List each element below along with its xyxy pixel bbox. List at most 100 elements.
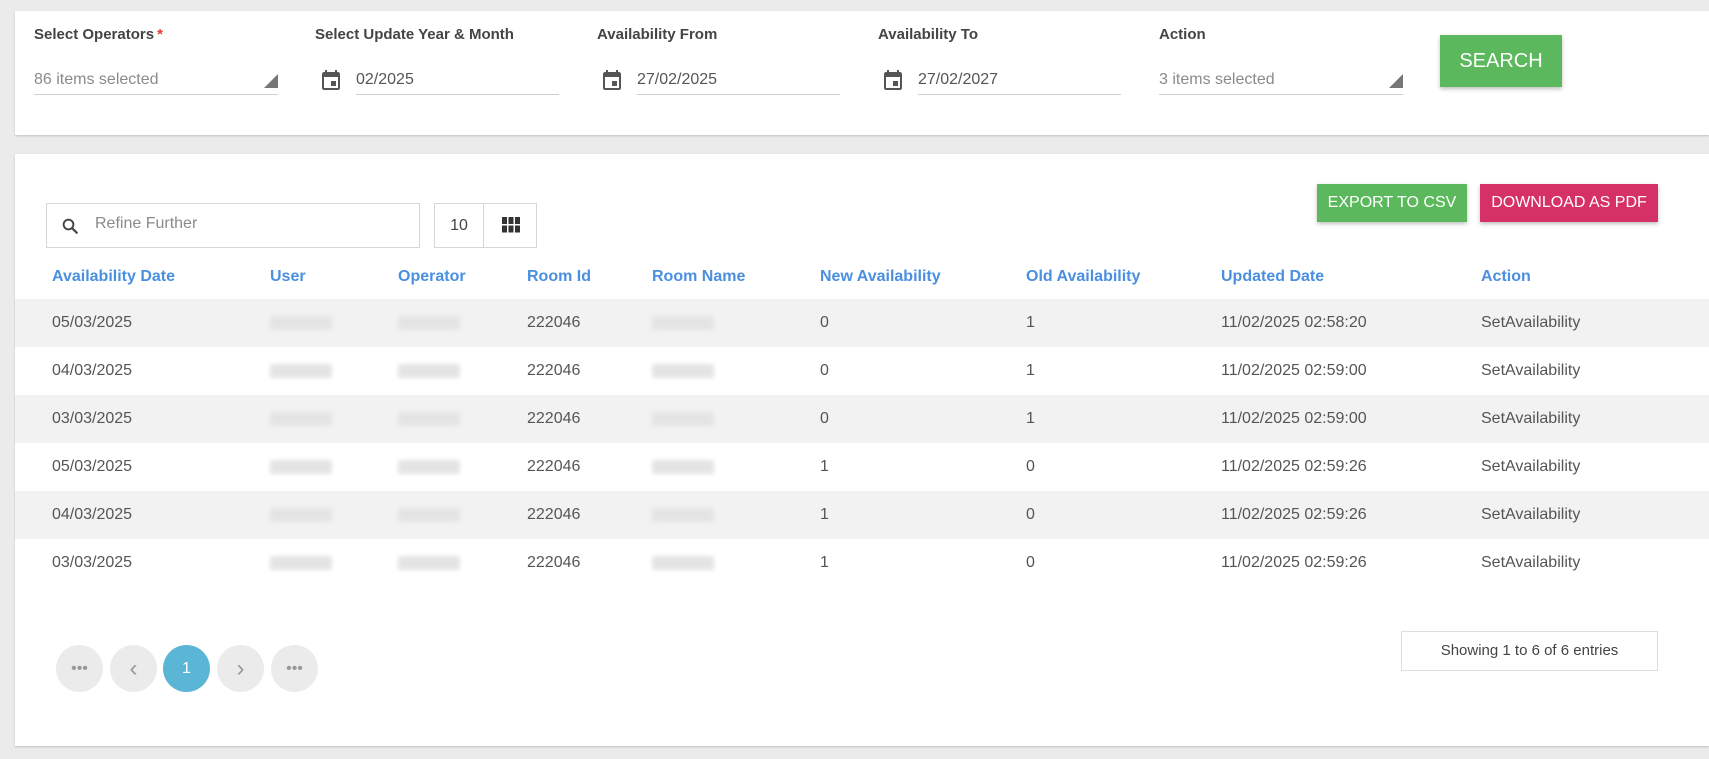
column-header[interactable]: Old Availability <box>1026 255 1221 299</box>
operators-label: Select Operators * <box>34 26 163 43</box>
availability-from-label: Availability From <box>597 26 718 43</box>
search-button[interactable]: SEARCH <box>1440 35 1562 87</box>
user-cell <box>270 539 398 587</box>
table-header-row: Availability Date User Operator Room Id … <box>15 255 1709 299</box>
action-cell: SetAvailability <box>1481 299 1709 347</box>
redacted-user <box>270 411 332 426</box>
next-page-button[interactable]: › <box>217 645 264 692</box>
column-header[interactable]: Room Name <box>652 255 820 299</box>
redacted-operator <box>398 555 460 570</box>
availability-date-cell: 05/03/2025 <box>52 458 133 475</box>
column-header[interactable]: Room Id <box>527 255 652 299</box>
redacted-room-name <box>652 555 714 570</box>
required-mark: * <box>157 26 163 43</box>
availability-from-value: 27/02/2025 <box>637 71 718 88</box>
user-cell <box>270 299 398 347</box>
new-availability-cell: 1 <box>820 554 829 571</box>
availability-table: Availability Date User Operator Room Id … <box>15 255 1709 587</box>
action-select[interactable]: 3 items selected <box>1159 66 1403 95</box>
availability-date-cell: 04/03/2025 <box>15 491 270 539</box>
new-availability-cell: 1 <box>820 458 829 475</box>
user-cell <box>270 395 398 443</box>
user-cell <box>270 443 398 491</box>
redacted-user <box>270 507 332 522</box>
action-value: 3 items selected <box>1159 71 1275 88</box>
availability-to-label: Availability To <box>878 26 979 43</box>
new-availability-cell: 0 <box>820 299 1026 347</box>
room-id-cell: 222046 <box>527 362 581 379</box>
availability-date-cell: 04/03/2025 <box>52 362 133 379</box>
redacted-operator <box>398 315 460 330</box>
search-icon <box>62 218 78 234</box>
updated-date-cell: 11/02/2025 02:59:26 <box>1221 458 1367 475</box>
action-cell: SetAvailability <box>1481 491 1709 539</box>
redacted-operator <box>398 363 460 378</box>
updated-date-cell: 11/02/2025 02:58:20 <box>1221 299 1481 347</box>
action-cell: SetAvailability <box>1481 395 1709 443</box>
operators-select[interactable]: 86 items selected <box>34 66 278 95</box>
column-header[interactable]: Action <box>1481 255 1709 299</box>
redacted-room-name <box>652 411 714 426</box>
redacted-room-name <box>652 507 714 522</box>
operator-cell <box>398 539 527 587</box>
availability-date-cell: 03/03/2025 <box>15 395 270 443</box>
prev-page-button[interactable]: ‹ <box>110 645 157 692</box>
room-id-cell: 222046 <box>527 299 652 347</box>
room-name-cell <box>652 491 820 539</box>
old-availability-cell: 0 <box>1026 491 1221 539</box>
redacted-operator <box>398 459 460 474</box>
redacted-user <box>270 459 332 474</box>
results-panel: 10 EXPORT TO CSV DOWNLOAD AS PDF Availab… <box>15 154 1709 746</box>
column-toggle-button[interactable] <box>483 203 537 248</box>
entries-info: Showing 1 to 6 of 6 entries <box>1401 631 1658 671</box>
refine-input[interactable] <box>93 214 407 234</box>
update-month-input[interactable]: 02/2025 <box>356 66 559 95</box>
availability-to-input[interactable]: 27/02/2027 <box>918 66 1121 95</box>
table-row: 03/03/2025 222046 0 1 11/02/2025 02:59:0… <box>15 395 1709 443</box>
dropdown-caret-icon <box>264 74 278 88</box>
table-row: 05/03/2025 222046 1 0 11/02/2025 02:59:2… <box>15 443 1709 491</box>
room-name-cell <box>652 347 820 395</box>
room-name-cell <box>652 299 820 347</box>
export-csv-button[interactable]: EXPORT TO CSV <box>1317 184 1467 222</box>
room-name-cell <box>652 539 820 587</box>
operator-cell <box>398 347 527 395</box>
update-month-value: 02/2025 <box>356 71 414 88</box>
redacted-operator <box>398 507 460 522</box>
refine-search-box[interactable] <box>46 203 420 248</box>
new-availability-cell: 0 <box>820 395 1026 443</box>
new-availability-cell: 0 <box>820 362 829 379</box>
page-size-select[interactable]: 10 <box>434 203 484 248</box>
updated-date-cell: 11/02/2025 02:59:26 <box>1221 554 1367 571</box>
action-cell: SetAvailability <box>1481 458 1581 475</box>
table-row: 04/03/2025 222046 0 1 11/02/2025 02:59:0… <box>15 347 1709 395</box>
download-pdf-button[interactable]: DOWNLOAD AS PDF <box>1480 184 1658 222</box>
operator-cell <box>398 443 527 491</box>
action-cell: SetAvailability <box>1481 554 1581 571</box>
room-id-cell: 222046 <box>527 491 652 539</box>
updated-date-cell: 11/02/2025 02:59:00 <box>1221 395 1481 443</box>
availability-from-input[interactable]: 27/02/2025 <box>637 66 840 95</box>
column-header[interactable]: User <box>270 255 398 299</box>
user-cell <box>270 347 398 395</box>
calendar-icon[interactable] <box>881 68 905 92</box>
filter-panel: Select Operators * 86 items selected Sele… <box>15 11 1709 135</box>
column-header[interactable]: Availability Date <box>15 255 270 299</box>
table-row: 03/03/2025 222046 1 0 11/02/2025 02:59:2… <box>15 539 1709 587</box>
column-header[interactable]: Operator <box>398 255 527 299</box>
room-name-cell <box>652 443 820 491</box>
calendar-icon[interactable] <box>600 68 624 92</box>
column-header[interactable]: Updated Date <box>1221 255 1481 299</box>
column-header[interactable]: New Availability <box>820 255 1026 299</box>
old-availability-cell: 0 <box>1026 458 1035 475</box>
redacted-user <box>270 363 332 378</box>
old-availability-cell: 1 <box>1026 362 1035 379</box>
page-1-button[interactable]: 1 <box>163 645 210 692</box>
user-cell <box>270 491 398 539</box>
old-availability-cell: 1 <box>1026 299 1221 347</box>
calendar-icon[interactable] <box>319 68 343 92</box>
room-id-cell: 222046 <box>527 458 581 475</box>
updated-date-cell: 11/02/2025 02:59:26 <box>1221 491 1481 539</box>
last-page-button[interactable]: ••• <box>271 645 318 692</box>
first-page-button[interactable]: ••• <box>56 645 103 692</box>
